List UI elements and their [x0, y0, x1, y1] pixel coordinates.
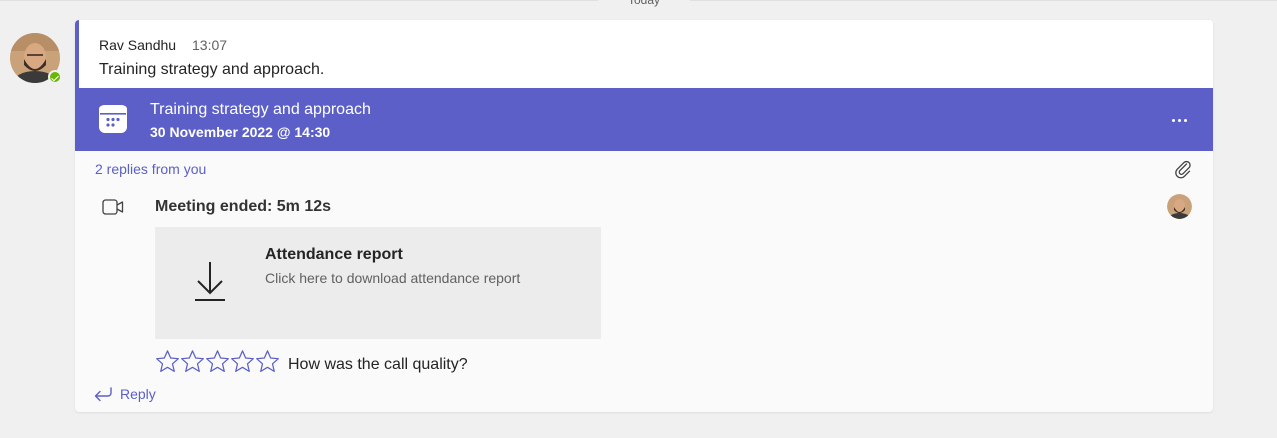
meeting-banner[interactable]: Training strategy and approach 30 Novemb…	[75, 88, 1213, 151]
author-avatar[interactable]	[10, 33, 62, 84]
more-options-button[interactable]	[1165, 108, 1193, 132]
message-header: Rav Sandhu 13:07 Training strategy and a…	[75, 20, 1213, 88]
star-1-icon[interactable]	[155, 349, 180, 374]
attendance-report-card[interactable]: Attendance report Click here to download…	[155, 227, 601, 339]
message-card: Rav Sandhu 13:07 Training strategy and a…	[75, 20, 1213, 412]
more-dot	[1177, 118, 1181, 122]
attendance-report-title: Attendance report	[265, 246, 403, 263]
call-quality-rating[interactable]	[155, 349, 280, 374]
presence-available-icon	[48, 70, 62, 84]
meeting-datetime: 30 November 2022 @ 14:30	[150, 124, 331, 140]
paperclip-icon[interactable]	[1173, 159, 1193, 179]
reply-button[interactable]: Reply	[93, 386, 156, 402]
star-2-icon[interactable]	[180, 349, 205, 374]
replies-link[interactable]: 2 replies from you	[95, 161, 206, 177]
author-name[interactable]: Rav Sandhu	[99, 37, 176, 53]
star-3-icon[interactable]	[205, 349, 230, 374]
call-quality-question: How was the call quality?	[288, 356, 468, 373]
more-options-icon	[1171, 118, 1175, 122]
reply-label: Reply	[120, 386, 156, 402]
more-dot	[1183, 118, 1187, 122]
meeting-ended-label: Meeting ended: 5m 12s	[155, 198, 332, 215]
star-4-icon[interactable]	[230, 349, 255, 374]
video-camera-icon	[102, 199, 124, 215]
download-icon	[195, 262, 225, 301]
reply-arrow-icon	[94, 387, 112, 402]
star-5-icon[interactable]	[255, 349, 280, 374]
participant-avatar[interactable]	[1167, 194, 1192, 219]
message-timestamp: 13:07	[192, 37, 228, 53]
attendance-report-subtitle: Click here to download attendance report	[265, 270, 521, 286]
meeting-title: Training strategy and approach	[150, 101, 371, 118]
calendar-icon	[99, 105, 127, 133]
day-divider-label: Today	[598, 0, 690, 8]
message-text: Training strategy and approach.	[99, 61, 325, 78]
